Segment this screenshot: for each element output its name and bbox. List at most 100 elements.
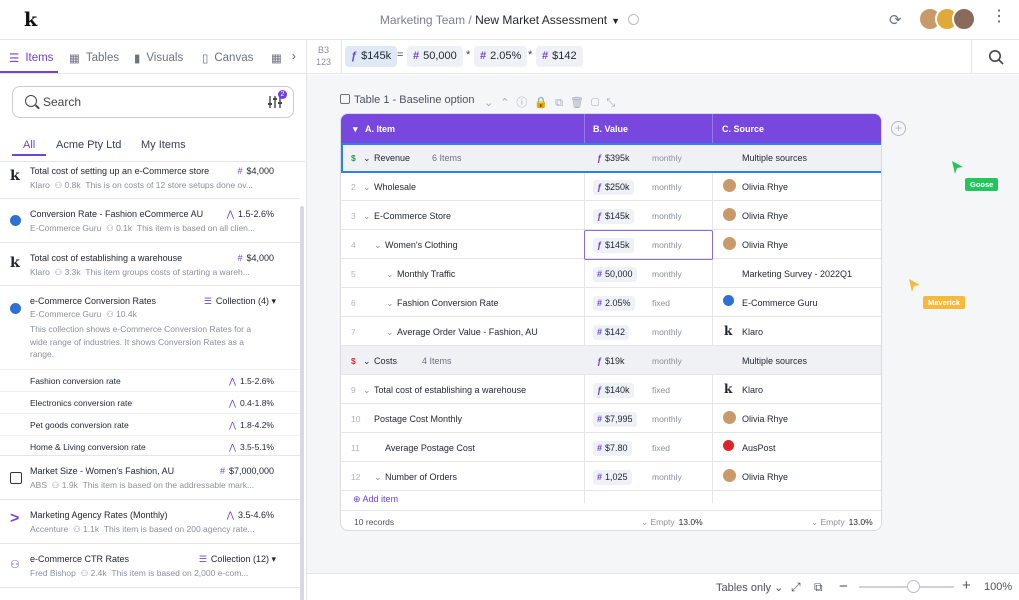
chevron-down-icon[interactable]: ⌄ xyxy=(374,472,382,483)
row-value[interactable]: # $7,995 xyxy=(593,412,637,427)
column-header-item[interactable]: A. Item xyxy=(365,124,395,134)
users-icon: ⚇ xyxy=(51,480,60,490)
chevron-down-icon[interactable]: ⌄ xyxy=(386,327,394,338)
add-item-button[interactable]: ⊕ Add item xyxy=(353,494,398,505)
chevron-down-icon[interactable]: ⌄ xyxy=(363,385,371,396)
chevron-down-icon[interactable]: ⌄ xyxy=(386,298,394,309)
list-item[interactable]: Conversion Rate - Fashion eCommerce AU ⋀… xyxy=(0,199,300,243)
table-row[interactable]: 7 ⌄ Average Order Value - Fashion, AU # $… xyxy=(341,317,881,346)
filter-tab-all[interactable]: All xyxy=(23,139,35,151)
row-value[interactable]: ƒ $395k xyxy=(593,151,634,166)
item-source: ABS xyxy=(30,480,48,490)
active-tab-underline xyxy=(0,71,58,73)
globe-icon[interactable] xyxy=(628,14,640,25)
sync-icon[interactable]: ⟳ xyxy=(889,11,902,29)
collection-child[interactable]: Home & Living conversion rate ⋀ 3.5-5.1% xyxy=(0,435,300,457)
collection-item[interactable]: ⚇ e-Commerce CTR Rates ☰ Collection (12) … xyxy=(0,544,300,588)
column-summary[interactable]: ⌄ Empty 13.0% xyxy=(641,517,703,528)
table-row[interactable]: 11 Average Postage Cost # $7.80 fixed Aus… xyxy=(341,433,881,462)
table-row[interactable]: 2 ⌄ Wholesale ƒ $250k monthly Olivia Rhye xyxy=(341,172,881,201)
copy-icon[interactable]: ⧉ xyxy=(814,580,823,595)
auspost-logo-icon xyxy=(723,440,734,451)
chevron-right-icon[interactable]: › xyxy=(292,51,296,63)
formula-term[interactable]: # $142 xyxy=(536,46,583,67)
row-value[interactable]: #1,025 xyxy=(593,470,632,485)
child-label: Pet goods conversion rate xyxy=(30,420,129,430)
row-value[interactable]: # $7.80 xyxy=(593,441,632,456)
chevron-down-icon[interactable]: ⌄ xyxy=(386,269,394,280)
users-icon: ⚇ xyxy=(73,524,81,534)
row-value[interactable]: #50,000 xyxy=(593,267,637,282)
column-summary[interactable]: ⌄ Empty 13.0% xyxy=(811,517,873,528)
view-select[interactable]: Tables only ⌄ xyxy=(716,581,783,594)
table-row-group[interactable]: $ ⌄ Revenue 6 Items ƒ $395k monthly Multi… xyxy=(341,143,881,172)
scrollbar[interactable] xyxy=(300,206,304,600)
breadcrumb-team[interactable]: Marketing Team xyxy=(380,13,465,27)
row-value[interactable]: ƒ $19k xyxy=(593,354,629,369)
zoom-out-icon[interactable]: − xyxy=(839,578,848,595)
search-button[interactable] xyxy=(971,40,1019,74)
tab-tables[interactable]: ▦ Tables xyxy=(69,51,119,65)
row-value[interactable]: ƒ $250k xyxy=(593,180,634,195)
list-item[interactable]: k Total cost of establishing a warehouse… xyxy=(0,243,300,286)
filter-tab-my-items[interactable]: My Items xyxy=(141,139,186,151)
table-row[interactable]: 10 Postage Cost Monthly # $7,995 monthly … xyxy=(341,404,881,433)
add-column-button[interactable]: + xyxy=(891,121,906,136)
list-item[interactable]: k Total cost of setting up an e-Commerce… xyxy=(0,162,300,199)
avatar[interactable] xyxy=(952,7,976,31)
filter-tab-acme[interactable]: Acme Pty Ltd xyxy=(56,139,121,151)
row-value[interactable]: #2.05% xyxy=(593,296,635,311)
chevron-down-icon[interactable]: ⌄ xyxy=(363,356,371,367)
tab-items[interactable]: ☰ Items xyxy=(9,51,53,65)
formula-term[interactable]: #50,000 xyxy=(407,46,463,67)
table-row[interactable]: 3 ⌄ E-Commerce Store ƒ $145k monthly Oliv… xyxy=(341,201,881,230)
chevron-down-icon[interactable]: ⌄ xyxy=(363,153,371,164)
search-input[interactable]: Search 2 xyxy=(12,86,294,118)
ecommerce-guru-logo-icon xyxy=(10,303,21,314)
column-header-value[interactable]: B. Value xyxy=(593,124,628,134)
item-value: ⋀ 3.5-4.6% xyxy=(226,510,274,520)
table-row-group[interactable]: $ ⌄ Costs 4 Items ƒ $19k monthly Multiple… xyxy=(341,346,881,375)
expand-icon[interactable]: ⤢ xyxy=(791,580,801,595)
table-row[interactable]: 9 ⌄ Total cost of establishing a warehou… xyxy=(341,375,881,404)
list-item[interactable]: > Marketing Agency Rates (Monthly) ⋀ 3.5-… xyxy=(0,500,300,544)
sort-icon[interactable]: ▾ xyxy=(353,124,358,135)
chevron-down-icon[interactable]: ⌄ xyxy=(374,240,382,251)
row-label: E-Commerce Store xyxy=(374,211,452,221)
list-icon: ☰ xyxy=(9,53,20,65)
breadcrumb-doc[interactable]: New Market Assessment xyxy=(475,13,607,27)
row-value[interactable]: ƒ $140k xyxy=(593,383,634,398)
table-title[interactable]: Table 1 - Baseline option xyxy=(340,94,474,106)
zoom-in-icon[interactable]: + xyxy=(962,577,971,594)
zoom-slider-handle[interactable] xyxy=(907,580,920,593)
formula-operator: = xyxy=(397,49,404,61)
tab-canvas[interactable]: ▯ Canvas xyxy=(202,51,253,65)
users-icon: ⚇ xyxy=(106,223,114,233)
table-row[interactable]: 6 ⌄ Fashion Conversion Rate #2.05% fixed… xyxy=(341,288,881,317)
collection-child[interactable]: Electronics conversion rate ⋀ 0.4-1.8% xyxy=(0,391,300,413)
collection-child[interactable]: Fashion conversion rate ⋀ 1.5-2.6% xyxy=(0,369,300,391)
chevron-down-icon[interactable]: ▼ xyxy=(611,16,620,26)
formula-term[interactable]: ƒ $145k xyxy=(345,46,398,67)
row-value[interactable]: # $142 xyxy=(593,325,630,340)
collection-item[interactable]: e-Commerce Conversion Rates ☰ Collection … xyxy=(0,286,300,456)
formula-term[interactable]: #2.05% xyxy=(474,46,528,67)
table-row[interactable]: 5 ⌄ Monthly Traffic #50,000 monthly Mark… xyxy=(341,259,881,288)
column-header-source[interactable]: C. Source xyxy=(722,124,764,134)
item-value[interactable]: ☰ Collection (4) ▾ xyxy=(204,296,276,307)
table-toolbar[interactable]: ⌄⌃ⓘ🔒⧉🗑▢⤡ xyxy=(484,94,622,110)
more-icon[interactable]: ⋮ xyxy=(991,9,1007,25)
chevron-down-icon[interactable]: ⌄ xyxy=(363,211,371,222)
table-row[interactable]: 12 ⌄ Number of Orders #1,025 monthly Oli… xyxy=(341,462,881,491)
item-meta: Accenture ⚇ 1.1k This item is based on 2… xyxy=(30,524,273,535)
child-value: ⋀ 1.8-4.2% xyxy=(228,420,274,430)
list-item[interactable]: Market Size - Women's Fashion, AU # $7,00… xyxy=(0,456,300,500)
chevron-down-icon[interactable]: ⌄ xyxy=(363,182,371,193)
tab-visuals[interactable]: ▮ Visuals xyxy=(134,51,183,65)
row-value[interactable]: ƒ $145k xyxy=(593,209,634,224)
collection-child[interactable]: Pet goods conversion rate ⋀ 1.8-4.2% xyxy=(0,413,300,435)
grid-icon[interactable]: ▦ xyxy=(271,51,282,65)
item-value[interactable]: ☰ Collection (12) ▾ xyxy=(199,554,276,565)
users-icon: ⚇ xyxy=(106,309,114,319)
row-period: fixed xyxy=(652,443,670,453)
